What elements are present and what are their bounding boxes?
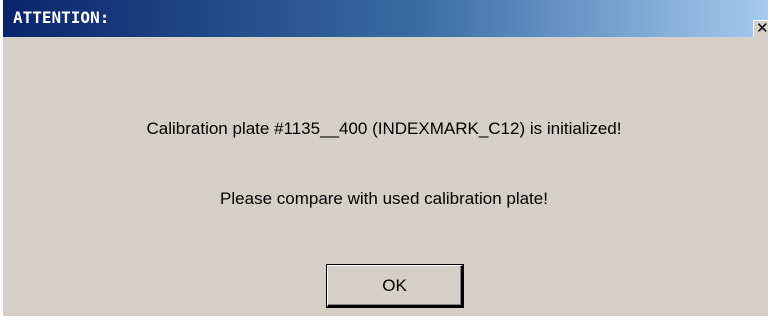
message-line-compare: Please compare with used calibration pla… [220, 189, 548, 208]
ok-button[interactable]: OK [327, 265, 463, 307]
window-bottom-edge [0, 316, 768, 321]
dialog-window: ATTENTION: ✕ Calibration plate #1135__40… [0, 0, 768, 321]
message-line-initialized: Calibration plate #1135__400 (INDEXMARK_… [146, 119, 622, 138]
close-button[interactable]: ✕ [753, 20, 768, 37]
window-left-edge [0, 0, 3, 316]
window-title: ATTENTION: [13, 8, 110, 27]
title-bar[interactable]: ATTENTION: [3, 0, 768, 37]
close-icon[interactable]: ✕ [756, 21, 768, 37]
